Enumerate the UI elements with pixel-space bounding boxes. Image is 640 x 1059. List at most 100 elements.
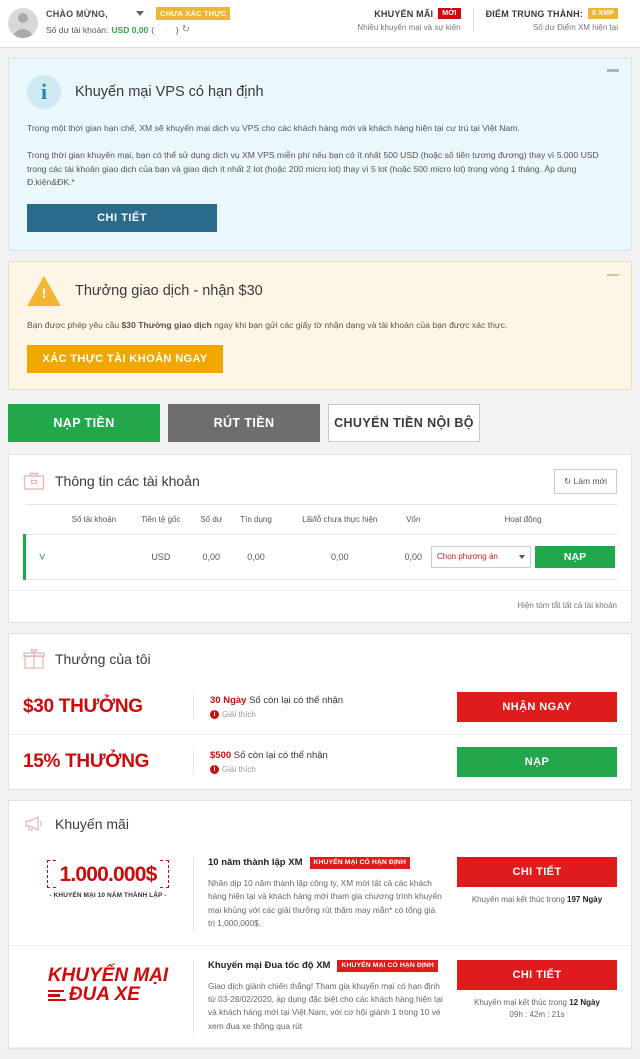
loyalty-nav-label: ĐIỂM TRUNG THÀNH: bbox=[485, 8, 583, 19]
promotion-actions: CHI TIẾT Khuyến mại kết thúc trong 197 N… bbox=[457, 856, 617, 904]
status-badge-unverified[interactable]: CHƯA XÁC THỰC bbox=[155, 7, 231, 20]
balance-hidden-value: ·· bbox=[157, 24, 173, 35]
promotions-header: Khuyến mãi bbox=[9, 801, 631, 843]
promotion-content: Khuyến mại Đua tốc độ XM KHUYẾN MẠI CÓ H… bbox=[193, 959, 457, 1034]
refresh-icon[interactable]: ↻ bbox=[182, 24, 190, 35]
verify-account-button[interactable]: XÁC THỰC TÀI KHOẢN NGAY bbox=[27, 344, 223, 373]
bonus-row: $30 THƯỞNG 30 Ngày Số còn lại có thể nhậ… bbox=[9, 680, 631, 735]
minimize-icon[interactable] bbox=[607, 274, 619, 276]
expand-cell[interactable]: ˅ bbox=[23, 534, 59, 580]
balance-row: Số dư tài khoản: USD 0,00 ( ·· ) ↻ bbox=[46, 24, 230, 35]
promotion-item: 1.000.000$ - KHUYẾN MẠI 10 NĂM THÀNH LẬP… bbox=[9, 843, 631, 946]
balance-paren-open: ( bbox=[151, 24, 155, 35]
countdown-days: 12 Ngày bbox=[569, 997, 600, 1007]
cell-currency: USD bbox=[129, 534, 193, 580]
promotion-timer: 09h : 42m : 21s bbox=[509, 1009, 565, 1019]
limited-badge: KHUYẾN MẠI CÓ HẠN ĐỊNH bbox=[337, 959, 438, 972]
briefcase-icon bbox=[23, 473, 45, 490]
promotions-card: Khuyến mãi 1.000.000$ - KHUYẾN MẠI 10 NĂ… bbox=[8, 799, 632, 1050]
promotion-thumb-line1: KHUYẾN MẠI bbox=[47, 964, 169, 986]
accounts-card: Thông tin các tài khoản ↻ Làm mới Số tài… bbox=[8, 453, 632, 623]
refresh-accounts-button[interactable]: ↻ Làm mới bbox=[554, 468, 617, 494]
cell-account-number bbox=[58, 534, 130, 580]
cell-balance: 0,00 bbox=[192, 534, 231, 580]
avatar[interactable] bbox=[8, 8, 38, 38]
cell-unrealized: 0,00 bbox=[281, 534, 398, 580]
chevron-down-icon[interactable]: ˅ bbox=[39, 550, 46, 564]
accounts-summary-link[interactable]: Hiện tóm tắt tất cả tài khoản bbox=[9, 589, 631, 622]
banner-bonus-text: Bạn được phép yêu cầu $30 Thưởng giao dị… bbox=[27, 319, 613, 333]
bonus-amount: $30 THƯỞNG bbox=[23, 695, 143, 717]
megaphone-icon bbox=[25, 815, 42, 831]
cell-actions: Chọn phương án NẠP bbox=[429, 534, 617, 580]
loyalty-nav-sub: Số dư Điểm XM hiện tại bbox=[533, 23, 618, 32]
row-deposit-button[interactable]: NẠP bbox=[535, 545, 615, 568]
banner-bonus-text-before: Bạn được phép yêu cầu bbox=[27, 320, 122, 330]
claim-bonus-button[interactable]: NHẬN NGAY bbox=[457, 691, 617, 722]
banner-vps-title: Khuyến mại VPS có hạn định bbox=[75, 84, 264, 100]
promotions-nav-sub: Nhiều khuyến mại và sự kiện bbox=[357, 23, 461, 32]
welcome-label: CHÀO MỪNG, bbox=[46, 8, 108, 19]
countdown-label: Khuyến mại kết thúc trong bbox=[471, 894, 568, 904]
table-header-row: Số tài khoản Tiền tệ gốc Số dư Tín dụng … bbox=[24, 503, 617, 535]
balance-value: USD 0,00 bbox=[111, 24, 149, 35]
promotion-countdown: Khuyến mại kết thúc trong 197 Ngày bbox=[457, 895, 617, 904]
chevron-down-icon bbox=[519, 554, 525, 559]
payment-method-select[interactable]: Chọn phương án bbox=[431, 545, 531, 568]
banner-bonus-text-after: ngay khi bạn gửi các giấy tờ nhận dạng v… bbox=[211, 320, 508, 330]
top-bar: CHÀO MỪNG, CHƯA XÁC THỰC Số dư tài khoản… bbox=[0, 0, 640, 48]
loyalty-nav[interactable]: ĐIỂM TRUNG THÀNH: 0 XMP Số dư Điểm XM hi… bbox=[474, 8, 630, 32]
chevron-down-icon[interactable] bbox=[135, 11, 144, 16]
deposit-button[interactable]: NẠP TIỀN bbox=[8, 403, 160, 442]
promotions-nav-label: KHUYẾN MÃI bbox=[374, 8, 434, 19]
bonus-amount: 15% THƯỞNG bbox=[23, 750, 150, 772]
info-icon: i bbox=[27, 75, 61, 109]
promotion-thumbnail: 1.000.000$ - KHUYẾN MẠI 10 NĂM THÀNH LẬP… bbox=[23, 857, 193, 899]
promotions-title: Khuyến mãi bbox=[55, 815, 129, 832]
welcome-block: CHÀO MỪNG, CHƯA XÁC THỰC Số dư tài khoản… bbox=[46, 5, 231, 35]
bonus-remaining-line: $500 Số còn lại có thể nhận bbox=[210, 750, 457, 761]
promotions-nav[interactable]: KHUYẾN MÃI MỚI Nhiều khuyến mại và sự ki… bbox=[345, 8, 474, 32]
promotion-title: 10 năm thành lập XM bbox=[208, 857, 303, 869]
col-equity: Vốn bbox=[397, 503, 429, 535]
banner-vps-detail-button[interactable]: CHI TIẾT bbox=[27, 204, 217, 232]
balance-label: Số dư tài khoản: bbox=[46, 24, 109, 35]
bonus-title: Thưởng của tôi bbox=[55, 650, 151, 667]
action-buttons: NẠP TIỀN RÚT TIỀN CHUYỂN TIỀN NỘI BỘ bbox=[8, 403, 632, 442]
promotion-thumb-subtitle: - KHUYẾN MẠI 10 NĂM THÀNH LẬP - bbox=[49, 891, 167, 899]
badge-new: MỚI bbox=[438, 8, 461, 19]
my-bonus-card: Thưởng của tôi $30 THƯỞNG 30 Ngày Số còn… bbox=[8, 632, 632, 790]
promotion-detail-button[interactable]: CHI TIẾT bbox=[457, 959, 617, 990]
promotion-countdown: Khuyến mại kết thúc trong 12 Ngày bbox=[457, 998, 617, 1007]
col-expand bbox=[24, 503, 59, 535]
refresh-icon: ↻ bbox=[564, 475, 572, 486]
bonus-explain-link[interactable]: i Giải thích bbox=[210, 709, 457, 719]
bonus-explain-label: Giải thích bbox=[222, 709, 256, 719]
internal-transfer-button[interactable]: CHUYỂN TIỀN NỘI BỘ bbox=[328, 403, 480, 442]
countdown-label: Khuyến mại kết thúc trong bbox=[474, 997, 570, 1007]
promotion-actions: CHI TIẾT Khuyến mại kết thúc trong 12 Ng… bbox=[457, 959, 617, 1019]
bonus-highlight: 30 Ngày bbox=[210, 694, 247, 706]
refresh-label: Làm mới bbox=[573, 475, 607, 486]
bonus-header: Thưởng của tôi bbox=[9, 634, 631, 680]
bonus-highlight: $500 bbox=[210, 749, 232, 761]
banner-vps-promotion: i Khuyến mại VPS có hạn định Trong một t… bbox=[8, 58, 632, 251]
banner-bonus-title: Thưởng giao dịch - nhận $30 bbox=[75, 283, 263, 299]
limited-badge: KHUYẾN MẠI CÓ HẠN ĐỊNH bbox=[309, 856, 410, 869]
bonus-explain-link[interactable]: i Giải thích bbox=[210, 764, 457, 774]
bonus-details: $500 Số còn lại có thể nhận i Giải thích bbox=[193, 749, 457, 774]
promotion-detail-button[interactable]: CHI TIẾT bbox=[457, 856, 617, 887]
minimize-icon[interactable] bbox=[607, 69, 619, 72]
promotion-description: Giao dịch giành chiến thắng! Tham gia kh… bbox=[208, 980, 443, 1031]
deposit-bonus-button[interactable]: NẠP bbox=[457, 746, 617, 777]
info-icon: i bbox=[210, 764, 219, 774]
withdraw-button[interactable]: RÚT TIỀN bbox=[168, 403, 320, 442]
accounts-header: Thông tin các tài khoản ↻ Làm mới bbox=[9, 455, 631, 504]
col-account-number: Số tài khoản bbox=[58, 503, 130, 535]
bonus-desc: Số còn lại có thể nhận bbox=[246, 694, 344, 706]
promotion-thumbnail: KHUYẾN MẠI ĐUA XE bbox=[23, 960, 193, 1006]
banner-vps-paragraph-1: Trong một thời gian hạn chế, XM sẽ khuyế… bbox=[27, 123, 520, 133]
col-currency: Tiền tệ gốc bbox=[129, 503, 193, 535]
cell-credit: 0,00 bbox=[230, 534, 282, 580]
col-credit: Tín dụng bbox=[230, 503, 282, 535]
